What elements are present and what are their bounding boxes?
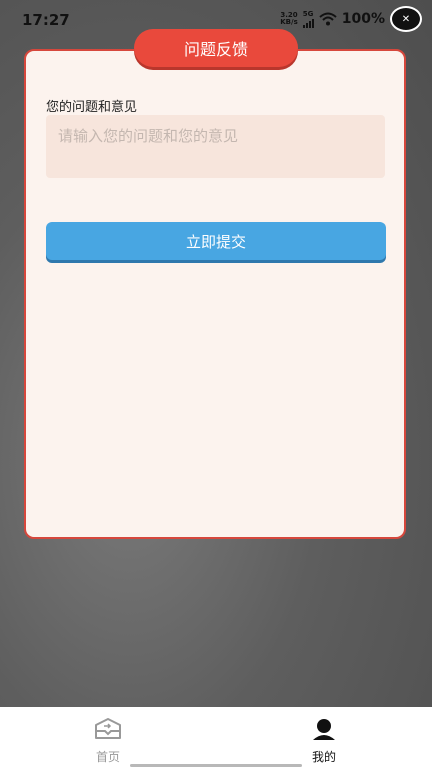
wifi-icon: [319, 12, 337, 26]
floating-toggle-icon[interactable]: ✕: [390, 6, 422, 32]
feedback-input[interactable]: [46, 115, 385, 178]
home-indicator: [130, 764, 302, 767]
nav-label-home: 首页: [95, 750, 120, 764]
nav-item-home[interactable]: 首页: [78, 717, 138, 765]
person-icon: [313, 719, 335, 740]
feedback-label: 您的问题和意见: [46, 100, 138, 115]
network-speed: 3.20 KB/s: [280, 11, 298, 26]
feedback-title: 问题反馈: [134, 29, 298, 67]
home-icon: [95, 718, 121, 739]
signal-icon: 5G: [302, 10, 314, 28]
nav-label-mine: 我的: [311, 750, 336, 764]
status-time: 17:27: [22, 11, 70, 29]
battery-level: 100%: [341, 11, 385, 27]
submit-button[interactable]: 立即提交: [46, 222, 386, 260]
status-icons: 3.20 KB/s 5G 100% ✕: [280, 6, 422, 32]
bottom-nav: 首页 我的: [0, 707, 432, 768]
nav-item-mine[interactable]: 我的: [294, 717, 354, 765]
